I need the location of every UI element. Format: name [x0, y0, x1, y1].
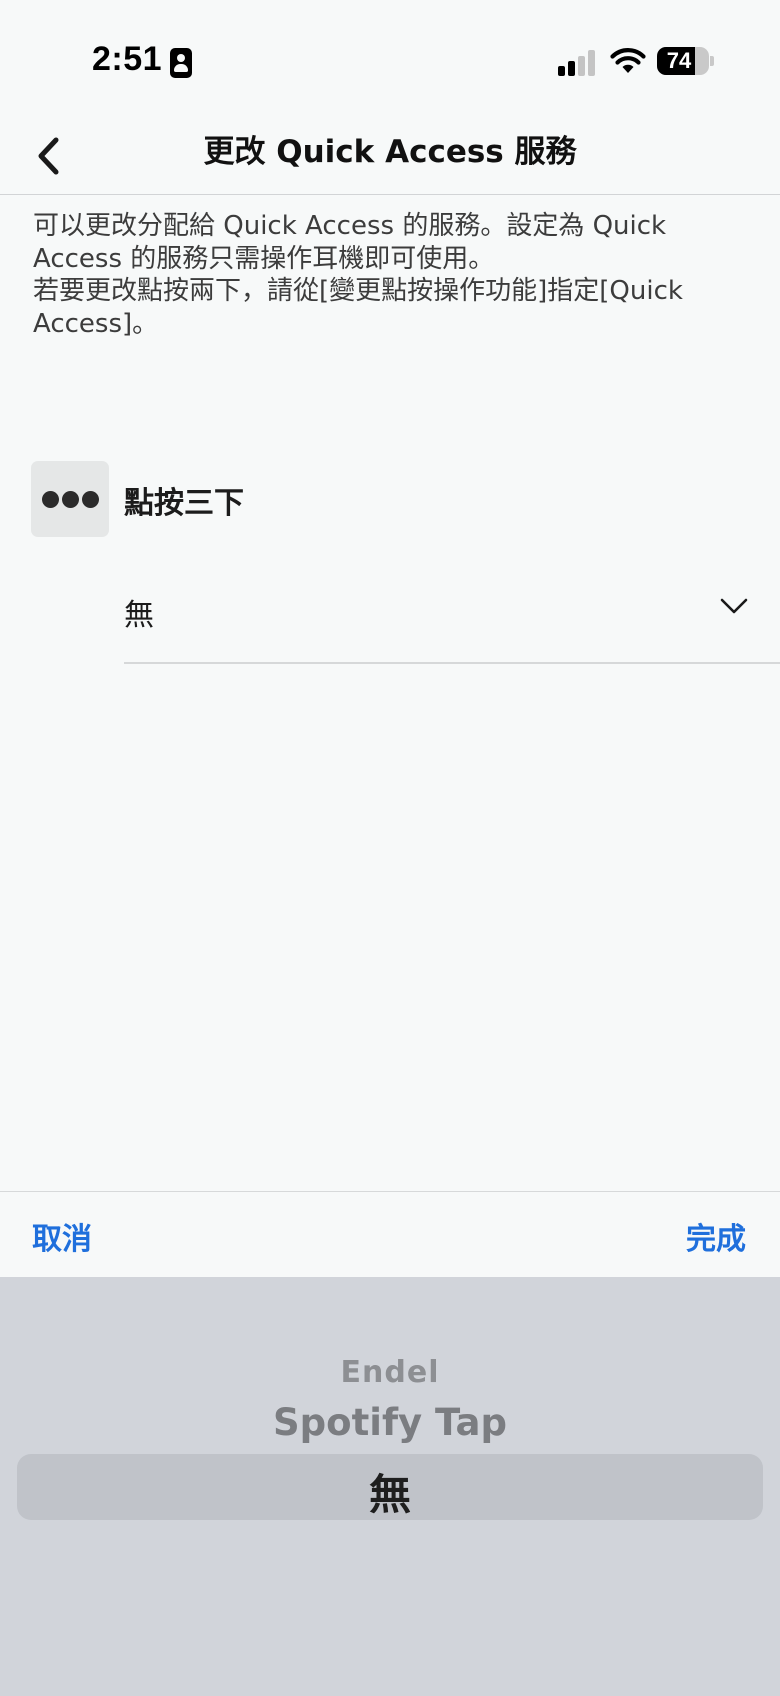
status-bar: 2:51 74 — [0, 0, 780, 120]
cancel-button[interactable]: 取消 — [32, 1214, 92, 1258]
wifi-icon — [610, 48, 646, 73]
service-dropdown-value: 無 — [124, 598, 154, 633]
cellular-signal-icon — [558, 50, 598, 76]
back-button[interactable] — [26, 128, 82, 184]
picker-option-endel[interactable]: Endel — [0, 1355, 780, 1390]
status-time: 2:51 — [92, 40, 163, 78]
triple-tap-icon — [31, 461, 109, 537]
service-dropdown[interactable]: 無 — [124, 566, 780, 664]
screen: 2:51 74 更改 Quick Access 服務 可以更改分配給 Quick… — [0, 0, 780, 1696]
battery-percent: 74 — [666, 48, 692, 73]
description-line-2: 若要更改點按兩下，請從[變更點按操作功能]指定[Quick Access]。 — [33, 276, 683, 339]
page-title: 更改 Quick Access 服務 — [203, 134, 577, 170]
picker-option-spotify-tap[interactable]: Spotify Tap — [0, 1401, 780, 1444]
battery-icon: 74 — [657, 47, 709, 75]
chevron-left-icon — [38, 137, 59, 175]
navigation-bar: 更改 Quick Access 服務 — [0, 120, 780, 195]
gesture-label: 點按三下 — [124, 486, 244, 521]
chevron-down-icon — [720, 598, 748, 614]
description-text: 可以更改分配給 Quick Access 的服務。設定為 Quick Acces… — [33, 210, 753, 340]
picker-option-none[interactable]: 無 — [0, 1461, 780, 1522]
description-line-1: 可以更改分配給 Quick Access 的服務。設定為 Quick Acces… — [33, 211, 667, 274]
done-button[interactable]: 完成 — [686, 1214, 746, 1258]
picker-toolbar: 取消 完成 — [0, 1191, 780, 1278]
focus-person-icon — [170, 48, 192, 78]
picker-wheel[interactable]: Endel Spotify Tap 無 — [0, 1277, 780, 1696]
battery-tip — [710, 56, 714, 66]
